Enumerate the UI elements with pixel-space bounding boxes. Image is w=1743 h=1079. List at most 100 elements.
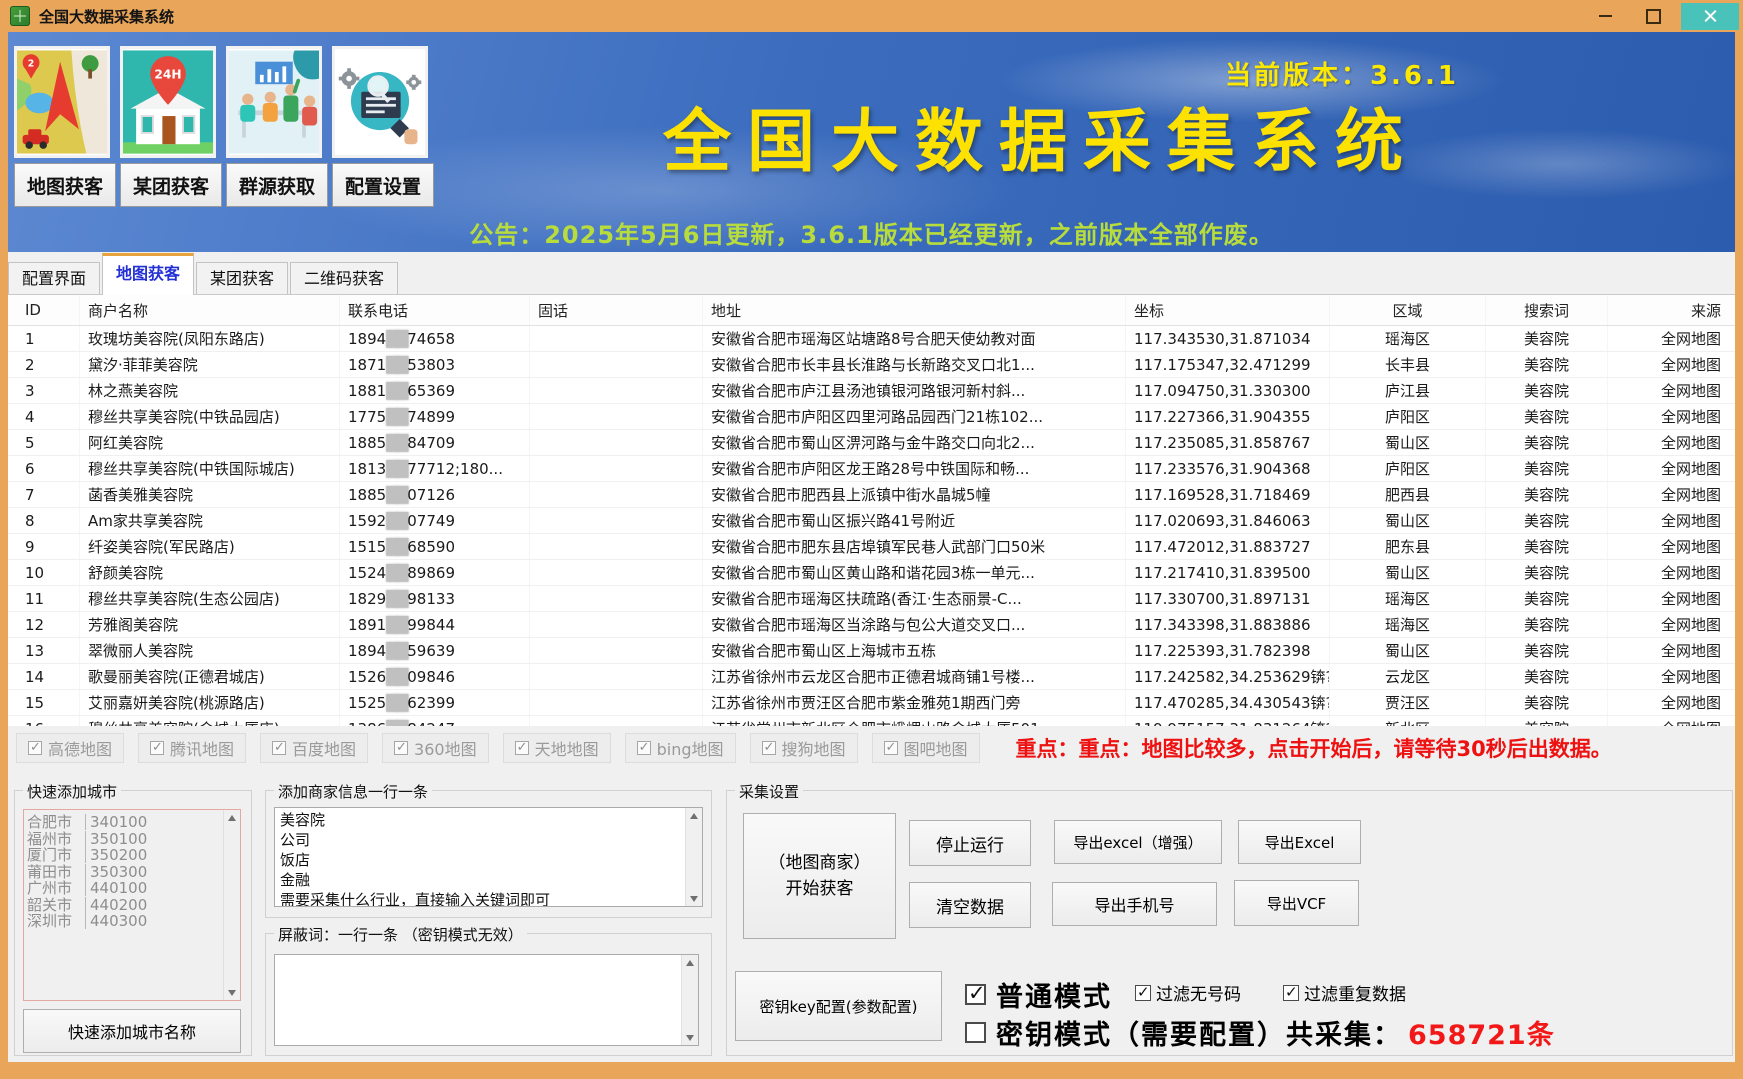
column-header[interactable]: 地址 [703,295,1126,325]
table-cell: 119.975157,31.831264锛? [1126,716,1330,726]
scroll-up-icon[interactable] [224,810,240,825]
column-header[interactable]: 联系电话 [340,295,530,325]
table-cell: 美容院 [1486,716,1608,726]
city-list-item[interactable]: 厦门市350200 [27,847,222,864]
city-name: 福州市 [27,831,85,847]
start-collect-button[interactable]: （地图商家） 开始获客 [743,813,896,939]
table-cell: 美容院 [1486,560,1608,585]
table-row[interactable]: 15艾丽嘉妍美容院(桃源路店)1525██62399江苏省徐州市贾汪区合肥市紫金… [8,690,1735,716]
table-row[interactable]: 7菡香美雅美容院1885██07126安徽省合肥市肥西县上派镇中街水晶城5幢11… [8,482,1735,508]
table-row[interactable]: 13翠微丽人美容院1894██59639安徽省合肥市蜀山区上海城市五栋117.2… [8,638,1735,664]
city-list-item[interactable]: 合肥市340100 [27,814,222,831]
table-cell: 117.235085,31.858767 [1126,430,1330,455]
table-cell: 1813██77712;180... [340,456,530,481]
table-row[interactable]: 3林之燕美容院1881██65369安徽省合肥市庐江县汤池镇银河路银河新村斜..… [8,378,1735,404]
city-list-scrollbar[interactable] [223,810,240,1000]
filter-no-number-checkbox[interactable] [1135,985,1151,1001]
group-leads-button[interactable]: 某团获客 [120,163,222,207]
table-cell: 安徽省合肥市肥西县上派镇中街水晶城5幢 [703,482,1126,507]
nav-map-leads[interactable]: 2 地图获客 [14,46,110,207]
table-row[interactable]: 12芳雅阁美容院1891██99844安徽省合肥市瑶海区当涂路与包公大道交叉口.… [8,612,1735,638]
close-icon [1704,10,1717,23]
table-row[interactable]: 2黛汐·菲菲美容院1871██53803安徽省合肥市长丰县长淮路与长新路交叉口北… [8,352,1735,378]
source-fetch-button[interactable]: 群源获取 [226,163,328,207]
table-cell [530,430,703,455]
stop-run-button[interactable]: 停止运行 [909,820,1031,866]
censored-digits: ██ [386,330,407,348]
table-cell: 穆丝共享美容院(金城大厦店) [80,716,340,726]
scroll-down-icon[interactable] [682,1030,698,1045]
export-excel-enhanced-button[interactable]: 导出excel（增强） [1054,820,1222,864]
filter-duplicate-checkbox[interactable] [1283,985,1299,1001]
key-config-button[interactable]: 密钥key配置(参数配置) [735,971,942,1041]
table-cell: 14 [8,664,80,689]
table-cell: 美容院 [1486,456,1608,481]
table-row[interactable]: 5阿红美容院1885██84709安徽省合肥市蜀山区淠河路与金牛路交口向北2..… [8,430,1735,456]
table-cell: 芳雅阁美容院 [80,612,340,637]
config-button[interactable]: 配置设置 [332,163,434,207]
city-list-item[interactable]: 韶关市440200 [27,897,222,914]
table-row[interactable]: 11穆丝共享美容院(生态公园店)1829██98133安徽省合肥市瑶海区扶疏路(… [8,586,1735,612]
tab-group-leads[interactable]: 某团获客 [196,262,288,294]
table-row[interactable]: 8Am家共享美容院1592██07749安徽省合肥市蜀山区振兴路41号附近117… [8,508,1735,534]
export-excel-button[interactable]: 导出Excel [1238,820,1361,864]
column-header[interactable]: 固话 [530,295,703,325]
column-header[interactable]: ID [8,295,80,325]
clear-data-button[interactable]: 清空数据 [909,882,1031,928]
export-vcf-button[interactable]: 导出VCF [1234,880,1359,926]
block-words-input[interactable] [274,954,699,1046]
table-cell [530,352,703,377]
city-list-item[interactable]: 莆田市350300 [27,864,222,881]
city-list-item[interactable]: 福州市350100 [27,831,222,848]
scroll-up-icon[interactable] [686,808,702,823]
table-row[interactable]: 6穆丝共享美容院(中铁国际城店)1813██77712;180...安徽省合肥市… [8,456,1735,482]
scroll-up-icon[interactable] [682,955,698,970]
censored-digits: ██ [386,382,407,400]
scroll-down-icon[interactable] [224,985,240,1000]
table-cell: 全网地图 [1608,326,1735,351]
quick-add-city-button[interactable]: 快速添加城市名称 [23,1009,241,1053]
nav-group-leads[interactable]: 24H 某团获客 [120,46,216,207]
column-header[interactable]: 搜索词 [1486,295,1608,325]
table-cell: 全网地图 [1608,508,1735,533]
table-cell: 117.227366,31.904355 [1126,404,1330,429]
table-cell: 安徽省合肥市蜀山区黄山路和谐花园3栋一单元... [703,560,1126,585]
nav-source-fetch[interactable]: 群源获取 [226,46,322,207]
table-row[interactable]: 4穆丝共享美容院(中铁品园店)1775██74899安徽省合肥市庐阳区四里河路品… [8,404,1735,430]
map-leads-button[interactable]: 地图获客 [14,163,116,207]
merchant-scrollbar[interactable] [685,808,702,906]
title-bar: 全国大数据采集系统 [0,0,1743,32]
table-row[interactable]: 10舒颜美容院1524██89869安徽省合肥市蜀山区黄山路和谐花园3栋一单元.… [8,560,1735,586]
maximize-button[interactable] [1633,3,1673,29]
table-cell: 蜀山区 [1330,430,1486,455]
table-row[interactable]: 14歌曼丽美容院(正德君城店)1526██09846江苏省徐州市云龙区合肥市正德… [8,664,1735,690]
table-cell: 117.470285,34.430543锛? [1126,690,1330,715]
table-row[interactable]: 9纤姿美容院(军民路店)1515██68590安徽省合肥市肥东县店埠镇军民巷人武… [8,534,1735,560]
merchant-keywords-input[interactable]: 美容院 公司 饭店 金融 需要采集什么行业，直接输入关键词即可 [274,807,703,907]
table-row[interactable]: 1玫瑰坊美容院(凤阳东路店)1894██74658安徽省合肥市瑶海区站塘路8号合… [8,326,1735,352]
close-button[interactable] [1681,3,1739,30]
export-phone-button[interactable]: 导出手机号 [1052,882,1217,926]
minimize-button[interactable] [1585,3,1625,29]
tab-qrcode-leads[interactable]: 二维码获客 [290,262,398,294]
city-list-item[interactable]: 广州市440100 [27,880,222,897]
column-header[interactable]: 坐标 [1126,295,1330,325]
city-list[interactable]: 合肥市340100福州市350100厦门市350200莆田市350300广州市4… [23,809,241,1001]
table-cell: 117.175347,32.471299 [1126,352,1330,377]
column-header[interactable]: 商户名称 [80,295,340,325]
block-words-scrollbar[interactable] [681,955,698,1045]
column-header[interactable]: 区域 [1330,295,1486,325]
city-list-item[interactable]: 深圳市440300 [27,913,222,930]
tab-config[interactable]: 配置界面 [8,262,100,294]
key-mode-checkbox[interactable] [965,1022,986,1043]
key-mode-label: 密钥模式（需要配置） [996,1013,1286,1052]
tab-map-leads[interactable]: 地图获客 [102,253,194,295]
nav-config[interactable]: 配置设置 [332,46,428,207]
censored-digits: ██ [386,538,407,556]
table-row[interactable]: 16穆丝共享美容院(金城大厦店)1386██84247江苏省常州市新北区合肥市峨… [8,716,1735,726]
column-header[interactable]: 来源 [1608,295,1735,325]
scroll-down-icon[interactable] [686,891,702,906]
table-cell: 美容院 [1486,664,1608,689]
normal-mode-checkbox[interactable] [965,984,986,1005]
table-cell: 长丰县 [1330,352,1486,377]
